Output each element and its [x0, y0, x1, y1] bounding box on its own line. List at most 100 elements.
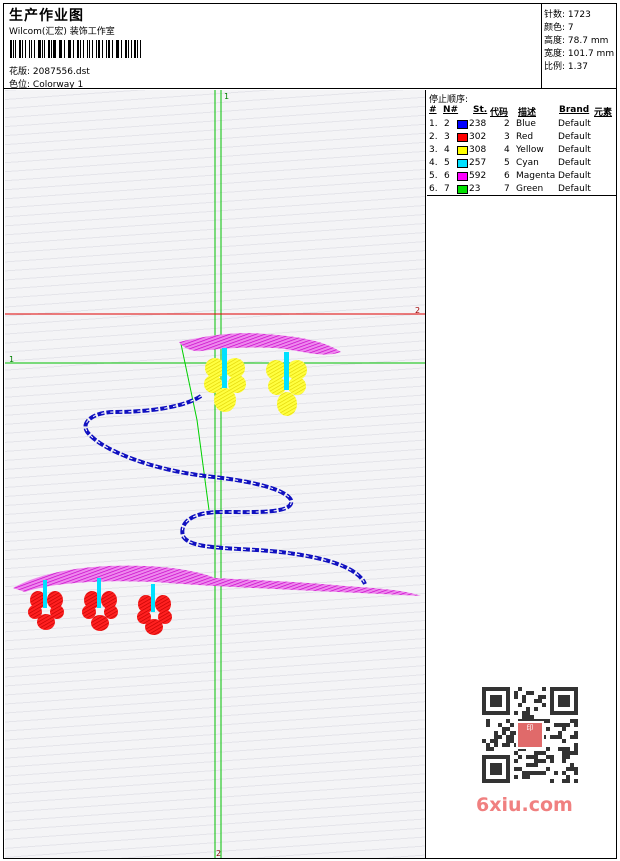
yellow-flower-left — [204, 348, 246, 412]
qr-module — [498, 735, 502, 739]
barcode-bar — [63, 40, 65, 58]
table-row: 3. 4 308 4 Yellow Default — [427, 145, 616, 158]
qr-module — [542, 759, 546, 763]
row-brand: Default — [558, 145, 591, 155]
stat-label: 针数: — [544, 10, 566, 20]
row-index: 3. — [429, 145, 438, 155]
barcode-bar — [22, 40, 23, 58]
barcode-bar — [72, 40, 74, 58]
col-code: 代码 — [490, 108, 509, 118]
qr-module — [542, 703, 546, 707]
table-row: 1. 2 238 2 Blue Default — [427, 119, 616, 132]
barcode-bar — [105, 40, 108, 58]
blue-wave-highlight — [84, 395, 366, 585]
stat-stitches: 针数: 1723 — [544, 7, 591, 20]
barcode-bar — [111, 40, 113, 58]
qr-module — [510, 723, 514, 727]
qr-module — [514, 711, 518, 715]
qr-module — [526, 775, 530, 779]
barcode-bar — [44, 40, 46, 58]
qr-module — [554, 771, 558, 775]
col-element: 元素 — [594, 108, 613, 118]
qr-code-icon: 印 — [482, 687, 578, 783]
hguide-right-label: 2 — [415, 306, 420, 315]
barcode-bar — [130, 40, 132, 58]
blue-wave-stitch — [83, 394, 367, 585]
design-file: 花版: 2087556.dst — [9, 64, 90, 77]
qr-module — [574, 711, 578, 715]
barcode-bar — [102, 40, 103, 58]
barcode-bar — [48, 40, 50, 58]
barcode-bar — [24, 40, 27, 58]
seal-text: 印 — [526, 724, 534, 732]
qr-module — [542, 695, 546, 699]
qr-module — [546, 719, 550, 723]
qr-module — [494, 743, 498, 747]
barcode-bar — [31, 40, 32, 58]
barcode-bar — [115, 40, 117, 58]
qr-module — [574, 751, 578, 755]
barcode-bar — [79, 40, 82, 58]
color-swatch — [457, 185, 468, 194]
design-stats: 针数: 1723 颜色: 7 高度: 78.7 mm 宽度: 101.7 mm … — [541, 4, 616, 89]
row-description: Green — [516, 184, 544, 194]
row-code: 6 — [504, 171, 510, 181]
qr-module — [546, 747, 550, 751]
row-description: Cyan — [516, 158, 539, 168]
color-swatch — [457, 120, 468, 129]
barcode-bar — [38, 40, 41, 58]
row-needle: 5 — [444, 158, 450, 168]
barcode-bar — [117, 40, 119, 58]
barcode-bar — [50, 40, 52, 58]
stat-value: 7 — [567, 23, 574, 33]
qr-module — [566, 755, 570, 759]
row-stitches: 302 — [469, 132, 487, 142]
row-stitches: 592 — [469, 171, 487, 181]
row-stitches: 257 — [469, 158, 487, 168]
row-description: Blue — [516, 119, 536, 129]
qr-module — [562, 739, 566, 743]
row-brand: Default — [558, 158, 591, 168]
barcode-bar — [136, 40, 138, 58]
barcode-bar — [12, 40, 14, 58]
qr-module — [574, 779, 578, 783]
red-flower-3 — [137, 584, 172, 635]
barcode-bar — [108, 40, 110, 58]
qr-module — [534, 707, 538, 711]
table-row: 4. 5 257 5 Cyan Default — [427, 158, 616, 171]
barcode-bar — [76, 40, 79, 58]
barcode-bar — [60, 40, 62, 58]
barcode-bar — [127, 40, 129, 58]
design-canvas[interactable]: 1 2 1 2 — [5, 90, 426, 858]
vguide-bottom-label: 2 — [216, 849, 221, 858]
qr-module — [506, 779, 510, 783]
qr-module — [530, 691, 534, 695]
row-code: 3 — [504, 132, 510, 142]
barcode-bar — [139, 40, 142, 58]
row-brand: Default — [558, 132, 591, 142]
qr-module — [534, 763, 538, 767]
color-swatch — [457, 146, 468, 155]
row-stitches: 238 — [469, 119, 487, 129]
barcode-bar — [97, 40, 101, 58]
stat-value: 101.7 mm — [567, 49, 615, 59]
production-worksheet: 生产作业图 Wilcom(汇宏) 装饰工作室 花版: 2087556.dst 色… — [3, 3, 617, 859]
col-brand: Brand — [559, 105, 590, 115]
barcode-bar — [92, 40, 94, 58]
top-magenta-band — [179, 333, 341, 355]
watermark: 印 6xiu.com — [470, 682, 590, 822]
bottom-magenta-band — [13, 565, 421, 596]
stat-value: 1723 — [567, 10, 591, 20]
qr-module — [486, 723, 490, 727]
qr-module — [566, 779, 570, 783]
qr-module — [498, 771, 502, 775]
barcode-bar — [10, 40, 12, 58]
qr-module — [518, 687, 522, 691]
row-description: Magenta — [516, 171, 556, 181]
table-row: 6. 7 23 7 Green Default — [427, 184, 616, 197]
qr-module — [506, 743, 510, 747]
color-swatch — [457, 172, 468, 181]
barcode-bar — [29, 40, 31, 58]
qr-module — [574, 723, 578, 727]
row-brand: Default — [558, 171, 591, 181]
